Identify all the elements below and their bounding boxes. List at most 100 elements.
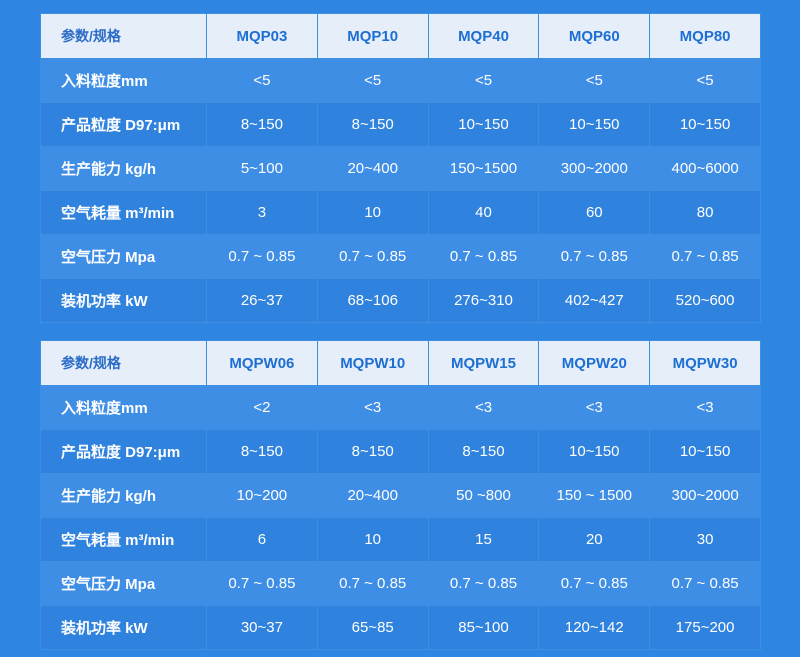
row-label: 生产能力 kg/h bbox=[40, 473, 207, 518]
table-cell: 150 ~ 1500 bbox=[538, 473, 651, 518]
table-cell: 20 bbox=[538, 517, 651, 562]
table-cell: 10 bbox=[316, 517, 429, 562]
row-label: 生产能力 kg/h bbox=[40, 146, 207, 191]
table-cell: 10~150 bbox=[649, 102, 761, 147]
row-label: 产品粒度 D97:μm bbox=[40, 102, 207, 147]
table-cell: 50 ~800 bbox=[427, 473, 540, 518]
row-label: 空气耗量 m³/min bbox=[40, 517, 207, 562]
table-cell: <5 bbox=[427, 58, 540, 103]
table-cell: 8~150 bbox=[206, 429, 318, 474]
table-cell: 10~150 bbox=[649, 429, 761, 474]
table-cell: 30 bbox=[649, 517, 761, 562]
row-label: 装机功率 kW bbox=[40, 278, 207, 323]
row-label: 入料粒度mm bbox=[40, 58, 207, 103]
table-row: 装机功率 kW 30~37 65~85 85~100 120~142 175~2… bbox=[40, 605, 761, 650]
header-corner-cell: 参数/规格 bbox=[40, 340, 207, 386]
table-cell: 68~106 bbox=[316, 278, 429, 323]
row-label: 空气压力 Mpa bbox=[40, 561, 207, 606]
table-cell: 26~37 bbox=[206, 278, 318, 323]
table-cell: 0.7 ~ 0.85 bbox=[427, 561, 540, 606]
table-cell: 20~400 bbox=[316, 146, 429, 191]
table-row: 产品粒度 D97:μm 8~150 8~150 10~150 10~150 10… bbox=[40, 102, 761, 147]
table-cell: 8~150 bbox=[316, 102, 429, 147]
spec-table-mqpw: 参数/规格 MQPW06 MQPW10 MQPW15 MQPW20 MQPW30… bbox=[40, 340, 761, 650]
table-row: 生产能力 kg/h 5~100 20~400 150~1500 300~2000… bbox=[40, 146, 761, 191]
table-cell: <2 bbox=[206, 385, 318, 430]
table-cell: 276~310 bbox=[427, 278, 540, 323]
table-cell: 0.7 ~ 0.85 bbox=[316, 234, 429, 279]
table-cell: 8~150 bbox=[316, 429, 429, 474]
table-header-row: 参数/规格 MQP03 MQP10 MQP40 MQP60 MQP80 bbox=[40, 13, 761, 59]
model-header: MQP40 bbox=[427, 13, 540, 59]
table-cell: 0.7 ~ 0.85 bbox=[316, 561, 429, 606]
table-cell: <5 bbox=[649, 58, 761, 103]
table-cell: 520~600 bbox=[649, 278, 761, 323]
row-label: 入料粒度mm bbox=[40, 385, 207, 430]
table-cell: 8~150 bbox=[206, 102, 318, 147]
table-cell: 40 bbox=[427, 190, 540, 235]
table-row: 空气压力 Mpa 0.7 ~ 0.85 0.7 ~ 0.85 0.7 ~ 0.8… bbox=[40, 234, 761, 279]
table-row: 入料粒度mm <5 <5 <5 <5 <5 bbox=[40, 58, 761, 103]
table-cell: 400~6000 bbox=[649, 146, 761, 191]
table-row: 生产能力 kg/h 10~200 20~400 50 ~800 150 ~ 15… bbox=[40, 473, 761, 518]
model-header: MQPW30 bbox=[649, 340, 761, 386]
table-cell: 300~2000 bbox=[538, 146, 651, 191]
table-cell: <3 bbox=[538, 385, 651, 430]
row-label: 空气耗量 m³/min bbox=[40, 190, 207, 235]
table-cell: 65~85 bbox=[316, 605, 429, 650]
table-cell: 0.7 ~ 0.85 bbox=[538, 561, 651, 606]
table-cell: <3 bbox=[427, 385, 540, 430]
table-cell: 15 bbox=[427, 517, 540, 562]
row-label: 产品粒度 D97:μm bbox=[40, 429, 207, 474]
model-header: MQPW20 bbox=[538, 340, 651, 386]
table-cell: 85~100 bbox=[427, 605, 540, 650]
table-cell: <5 bbox=[538, 58, 651, 103]
table-cell: 0.7 ~ 0.85 bbox=[649, 234, 761, 279]
table-cell: 0.7 ~ 0.85 bbox=[538, 234, 651, 279]
row-label: 装机功率 kW bbox=[40, 605, 207, 650]
table-cell: 20~400 bbox=[316, 473, 429, 518]
table-row: 产品粒度 D97:μm 8~150 8~150 8~150 10~150 10~… bbox=[40, 429, 761, 474]
table-cell: 300~2000 bbox=[649, 473, 761, 518]
table-cell: <5 bbox=[206, 58, 318, 103]
table-cell: 0.7 ~ 0.85 bbox=[427, 234, 540, 279]
table-cell: <3 bbox=[316, 385, 429, 430]
model-header: MQP03 bbox=[206, 13, 318, 59]
table-row: 空气耗量 m³/min 6 10 15 20 30 bbox=[40, 517, 761, 562]
table-cell: 10~150 bbox=[538, 429, 651, 474]
table-cell: 150~1500 bbox=[427, 146, 540, 191]
model-header: MQP10 bbox=[316, 13, 429, 59]
model-header: MQP60 bbox=[538, 13, 651, 59]
table-cell: 0.7 ~ 0.85 bbox=[206, 561, 318, 606]
table-cell: 10~200 bbox=[206, 473, 318, 518]
table-cell: 5~100 bbox=[206, 146, 318, 191]
table-cell: 175~200 bbox=[649, 605, 761, 650]
table-row: 装机功率 kW 26~37 68~106 276~310 402~427 520… bbox=[40, 278, 761, 323]
table-cell: <3 bbox=[649, 385, 761, 430]
table-cell: 120~142 bbox=[538, 605, 651, 650]
table-cell: 3 bbox=[206, 190, 318, 235]
table-cell: 10 bbox=[316, 190, 429, 235]
table-cell: 60 bbox=[538, 190, 651, 235]
table-row: 空气压力 Mpa 0.7 ~ 0.85 0.7 ~ 0.85 0.7 ~ 0.8… bbox=[40, 561, 761, 606]
model-header: MQPW06 bbox=[206, 340, 318, 386]
spec-table-mqp: 参数/规格 MQP03 MQP10 MQP40 MQP60 MQP80 入料粒度… bbox=[40, 13, 761, 323]
table-cell: 0.7 ~ 0.85 bbox=[649, 561, 761, 606]
table-cell: 402~427 bbox=[538, 278, 651, 323]
table-cell: 80 bbox=[649, 190, 761, 235]
table-cell: 8~150 bbox=[427, 429, 540, 474]
row-label: 空气压力 Mpa bbox=[40, 234, 207, 279]
model-header: MQP80 bbox=[649, 13, 761, 59]
table-cell: 10~150 bbox=[538, 102, 651, 147]
table-cell: 0.7 ~ 0.85 bbox=[206, 234, 318, 279]
table-cell: 30~37 bbox=[206, 605, 318, 650]
table-row: 空气耗量 m³/min 3 10 40 60 80 bbox=[40, 190, 761, 235]
table-cell: 10~150 bbox=[427, 102, 540, 147]
table-header-row: 参数/规格 MQPW06 MQPW10 MQPW15 MQPW20 MQPW30 bbox=[40, 340, 761, 386]
model-header: MQPW10 bbox=[316, 340, 429, 386]
table-cell: 6 bbox=[206, 517, 318, 562]
header-corner-cell: 参数/规格 bbox=[40, 13, 207, 59]
table-row: 入料粒度mm <2 <3 <3 <3 <3 bbox=[40, 385, 761, 430]
model-header: MQPW15 bbox=[427, 340, 540, 386]
table-cell: <5 bbox=[316, 58, 429, 103]
